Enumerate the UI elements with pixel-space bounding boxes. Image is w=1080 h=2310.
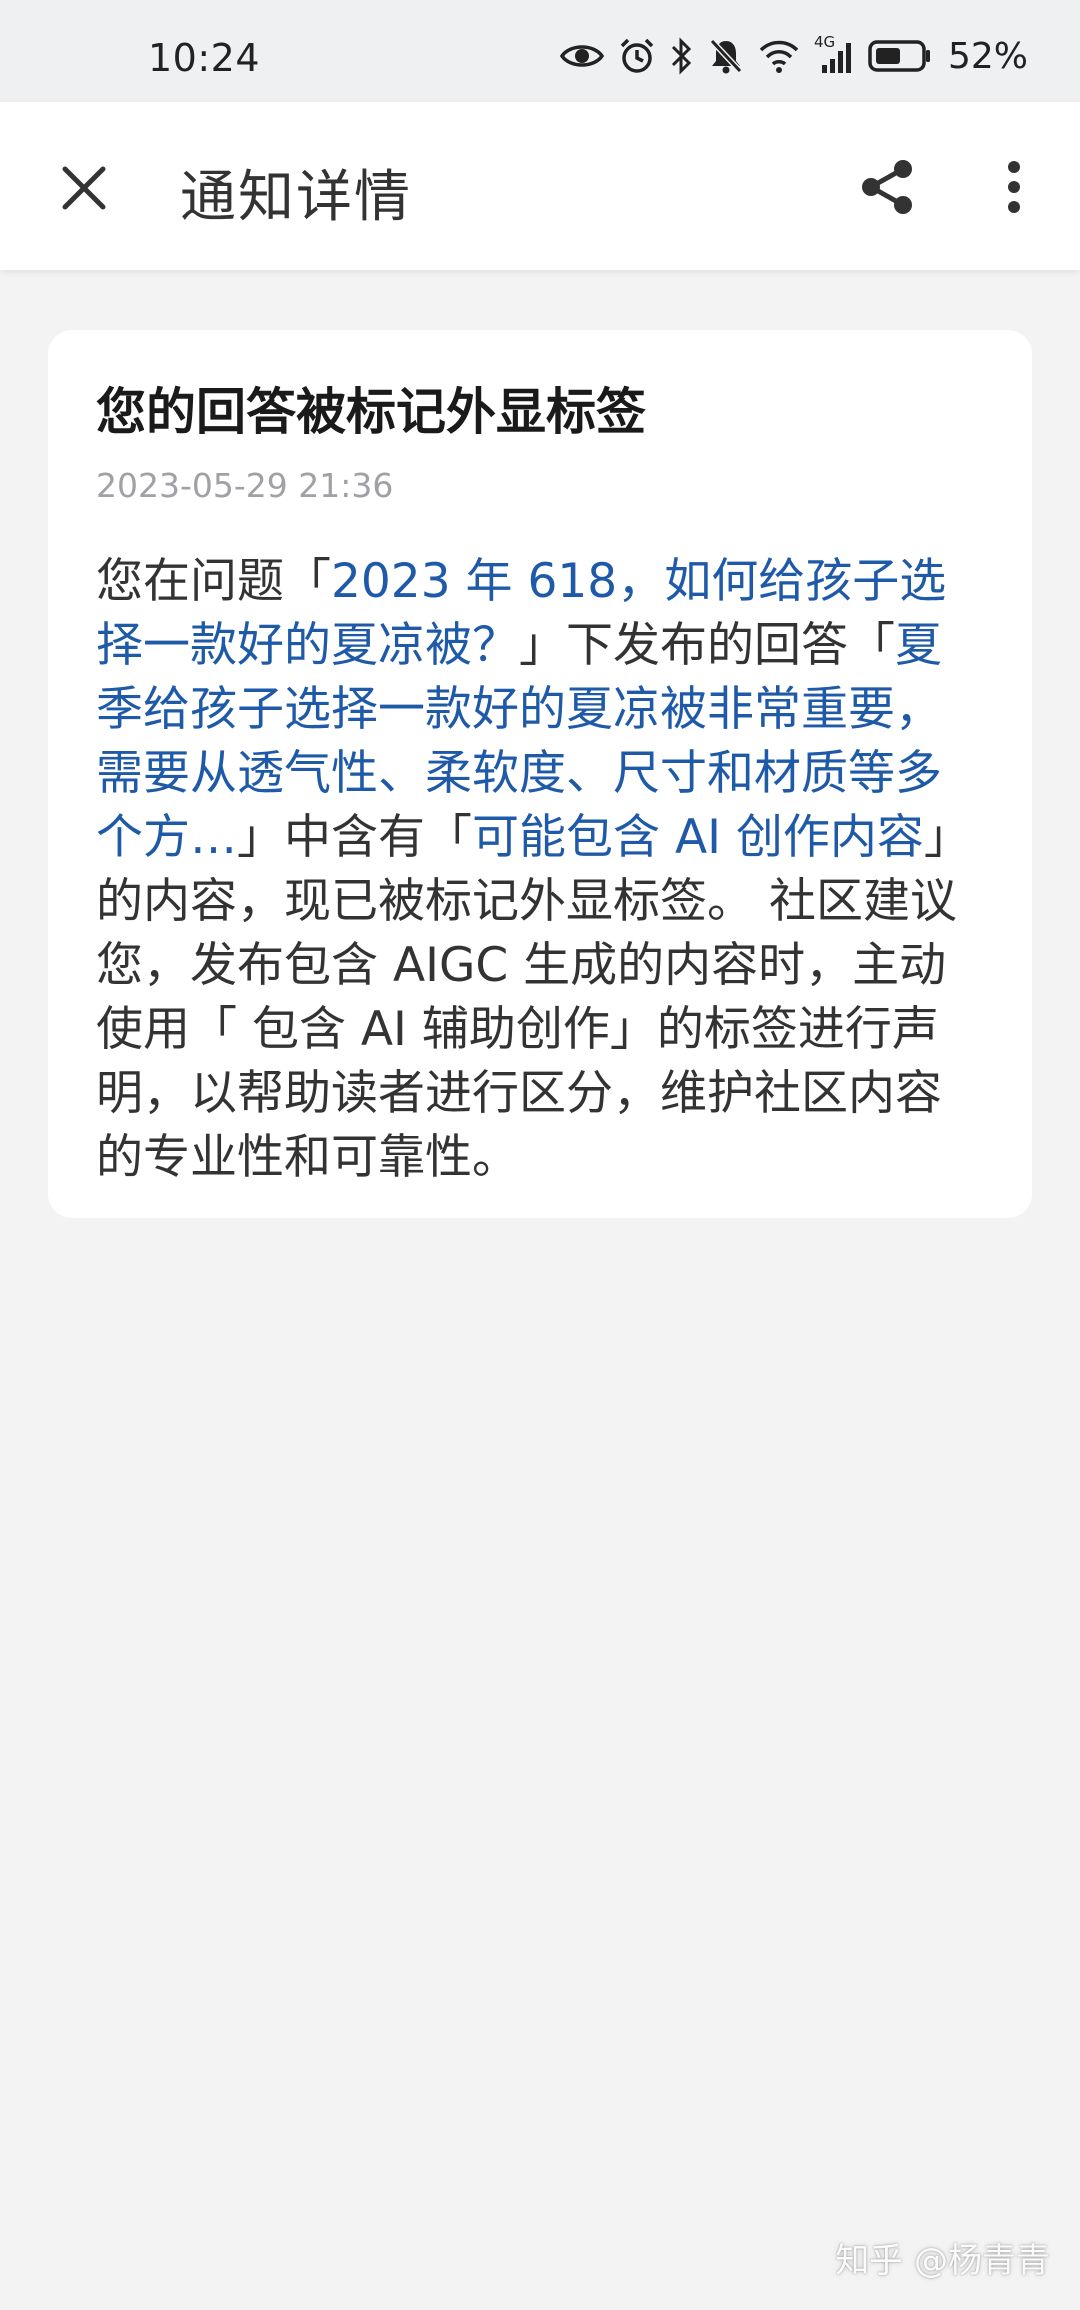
more-vertical-icon <box>1008 161 1020 213</box>
body-text: 」下发布的回答「 <box>519 618 895 673</box>
share-icon <box>862 160 912 214</box>
notification-title: 您的回答被标记外显标签 <box>96 383 646 441</box>
close-icon <box>62 166 106 210</box>
status-time: 10:24 <box>148 36 261 80</box>
notification-body: 您在问题「2023 年 618，如何给孩子选择一款好的夏凉被？」下发布的回答「夏… <box>96 550 984 1190</box>
notification-card: 您的回答被标记外显标签 2023-05-29 21:36 您在问题「2023 年… <box>48 330 1032 1218</box>
signal-group: 4G <box>814 33 854 75</box>
status-bar: 10:24 4G 52% <box>0 0 1080 102</box>
share-button[interactable] <box>850 150 924 224</box>
status-icons: 4G 52% <box>559 33 1028 78</box>
more-options-button[interactable] <box>980 150 1048 224</box>
mute-bell-icon <box>709 38 743 74</box>
body-text: 」中含有「 <box>237 810 472 865</box>
page-title: 通知详情 <box>180 165 412 230</box>
battery-percentage: 52% <box>947 35 1028 77</box>
eye-icon <box>559 45 604 67</box>
close-button[interactable] <box>50 154 118 222</box>
body-text: 」的内容，现已被标记外显标签。 社区建议您，发布包含 AIGC 生成的内容时，主… <box>96 810 971 1185</box>
watermark: 知乎 @杨青青 <box>835 2241 1050 2281</box>
bluetooth-icon <box>671 37 692 75</box>
body-text: 您在问题「 <box>96 554 331 609</box>
battery-icon <box>868 40 930 72</box>
alarm-icon <box>620 38 654 73</box>
wifi-icon <box>759 40 799 73</box>
notification-timestamp: 2023-05-29 21:36 <box>96 466 394 505</box>
app-bar: 通知详情 <box>0 102 1080 270</box>
signal-icon <box>821 43 851 73</box>
label-link[interactable]: 可能包含 AI 创作内容 <box>472 810 924 865</box>
